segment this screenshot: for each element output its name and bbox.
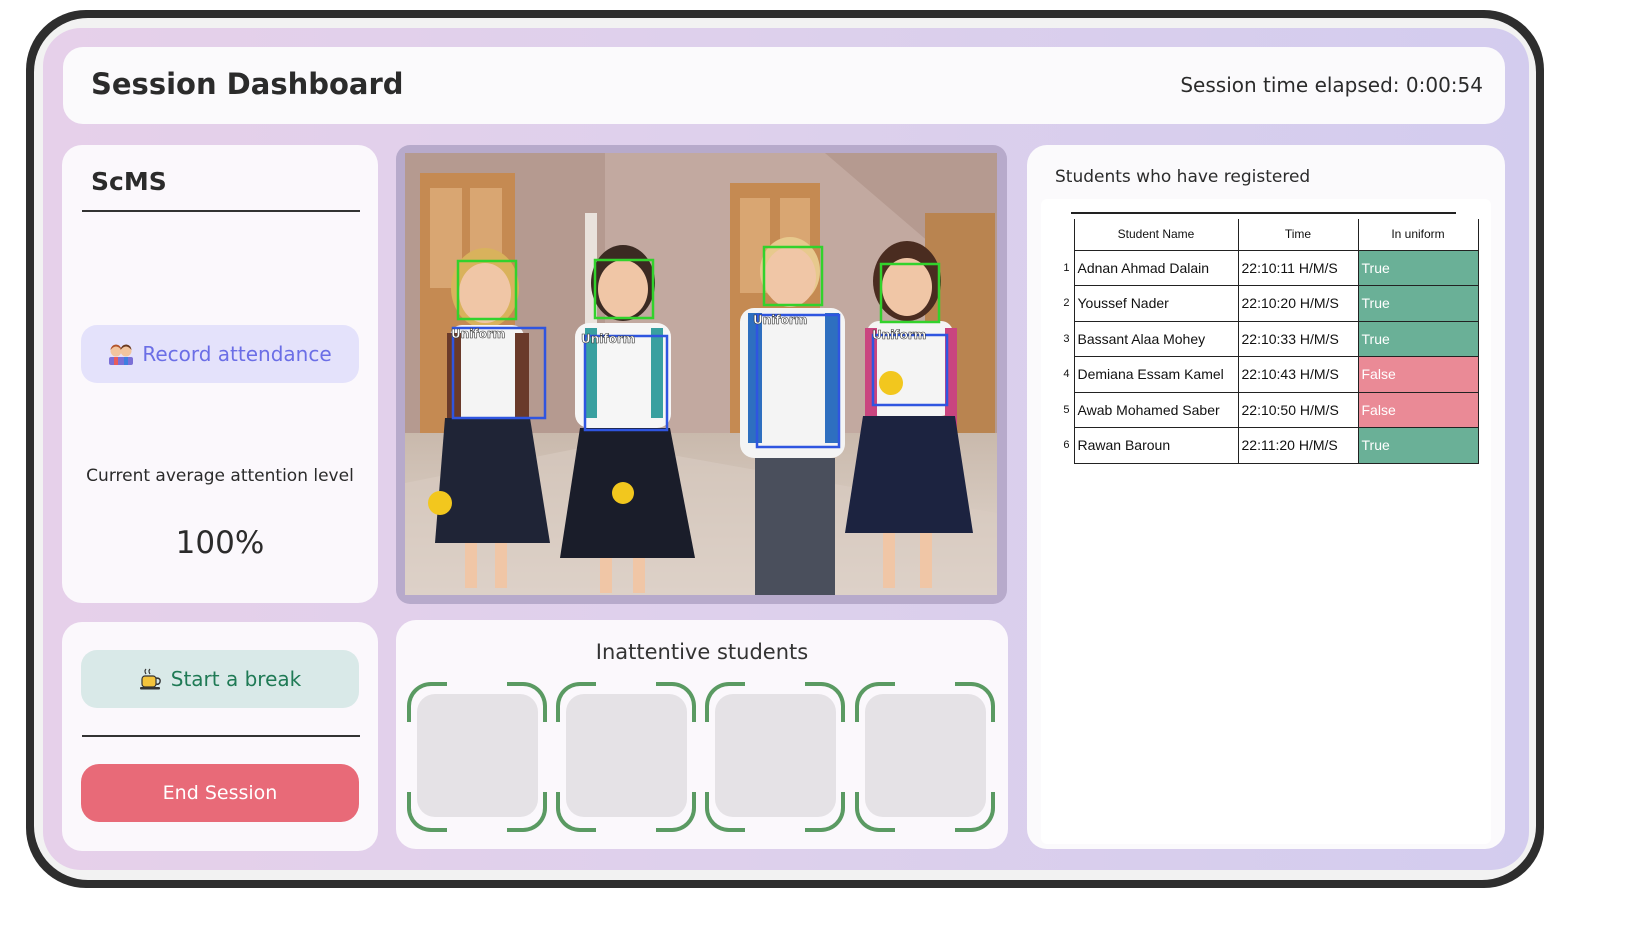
student-name: Awab Mohamed Saber — [1073, 391, 1239, 428]
camera-feed: Uniform Uniform Uniform Uniform — [396, 145, 1007, 604]
student-name: Youssef Nader — [1073, 285, 1239, 322]
table-row: 6 Rawan Baroun 22:11:20 H/M/S True — [1058, 427, 1479, 464]
registration-time: 22:10:33 H/M/S — [1237, 320, 1359, 357]
column-header-uniform: In uniform — [1358, 219, 1479, 250]
table-row: 2 Youssef Nader 22:10:20 H/M/S True — [1058, 285, 1479, 322]
inattentive-slot — [407, 682, 547, 832]
detection-label: Uniform — [753, 313, 807, 327]
sidebar-panel: ScMS Record attendance Current average a… — [62, 145, 378, 603]
session-elapsed-time: Session time elapsed: 0:00:54 — [1180, 73, 1483, 97]
registered-table: Student Name Time In uniform 1 Adnan Ahm… — [1058, 219, 1479, 464]
camera-frame: Uniform Uniform Uniform Uniform — [405, 153, 997, 595]
column-header-name: Student Name — [1073, 219, 1239, 250]
table-row: 5 Awab Mohamed Saber 22:10:50 H/M/S Fals… — [1058, 391, 1479, 428]
inattentive-slot — [705, 682, 845, 832]
page-title: Session Dashboard — [91, 67, 404, 101]
registration-time: 22:10:20 H/M/S — [1237, 285, 1359, 322]
registration-time: 22:10:11 H/M/S — [1237, 249, 1359, 286]
registered-title: Students who have registered — [1055, 167, 1311, 187]
coffee-icon — [139, 668, 161, 690]
inattentive-slot — [855, 682, 995, 832]
column-header-time: Time — [1238, 219, 1359, 250]
record-attendance-label: Record attendance — [142, 342, 332, 366]
student-name: Demiana Essam Kamel — [1073, 356, 1239, 393]
session-controls-panel: Start a break End Session — [62, 622, 378, 851]
row-index: 5 — [1063, 403, 1070, 416]
table-row: 3 Bassant Alaa Mohey 22:10:33 H/M/S True — [1058, 320, 1479, 357]
divider — [1071, 212, 1456, 214]
record-attendance-button[interactable]: Record attendance — [81, 325, 359, 383]
students-icon — [109, 344, 134, 365]
row-index: 3 — [1063, 332, 1070, 345]
uniform-status: True — [1357, 427, 1479, 464]
student-name: Adnan Ahmad Dalain — [1073, 249, 1239, 286]
registration-time: 22:10:43 H/M/S — [1237, 356, 1359, 393]
end-session-button[interactable]: End Session — [81, 764, 359, 822]
registration-time: 22:10:50 H/M/S — [1237, 391, 1359, 428]
table-header-row: Student Name Time In uniform — [1058, 219, 1479, 250]
uniform-status: True — [1357, 320, 1479, 357]
attention-label: Current average attention level — [86, 466, 354, 486]
uniform-status: True — [1357, 285, 1479, 322]
row-index: 2 — [1063, 297, 1070, 310]
attention-value: 100% — [175, 525, 265, 561]
row-index: 4 — [1063, 368, 1070, 381]
student-name: Bassant Alaa Mohey — [1073, 320, 1239, 357]
detection-label: Uniform — [581, 332, 635, 346]
inattentive-slot — [556, 682, 696, 832]
registered-table-container: Student Name Time In uniform 1 Adnan Ahm… — [1041, 199, 1491, 844]
uniform-status: False — [1357, 356, 1479, 393]
detection-label: Uniform — [872, 328, 926, 342]
row-index: 6 — [1063, 439, 1070, 452]
table-row: 1 Adnan Ahmad Dalain 22:10:11 H/M/S True — [1058, 249, 1479, 286]
registered-panel: Students who have registered Student Nam… — [1027, 145, 1505, 849]
detection-label: Uniform — [451, 327, 505, 341]
uniform-status: False — [1357, 391, 1479, 428]
app-brand: ScMS — [91, 167, 167, 196]
inattentive-panel: Inattentive students — [396, 620, 1008, 849]
header-bar: Session Dashboard Session time elapsed: … — [63, 47, 1505, 124]
row-index: 1 — [1063, 261, 1070, 274]
uniform-status: True — [1357, 249, 1479, 286]
student-name: Rawan Baroun — [1073, 427, 1239, 464]
registration-time: 22:11:20 H/M/S — [1237, 427, 1359, 464]
start-break-button[interactable]: Start a break — [81, 650, 359, 708]
divider — [82, 735, 360, 737]
inattentive-title: Inattentive students — [595, 640, 809, 664]
table-row: 4 Demiana Essam Kamel 22:10:43 H/M/S Fal… — [1058, 356, 1479, 393]
divider — [82, 210, 360, 212]
start-break-label: Start a break — [170, 667, 302, 691]
